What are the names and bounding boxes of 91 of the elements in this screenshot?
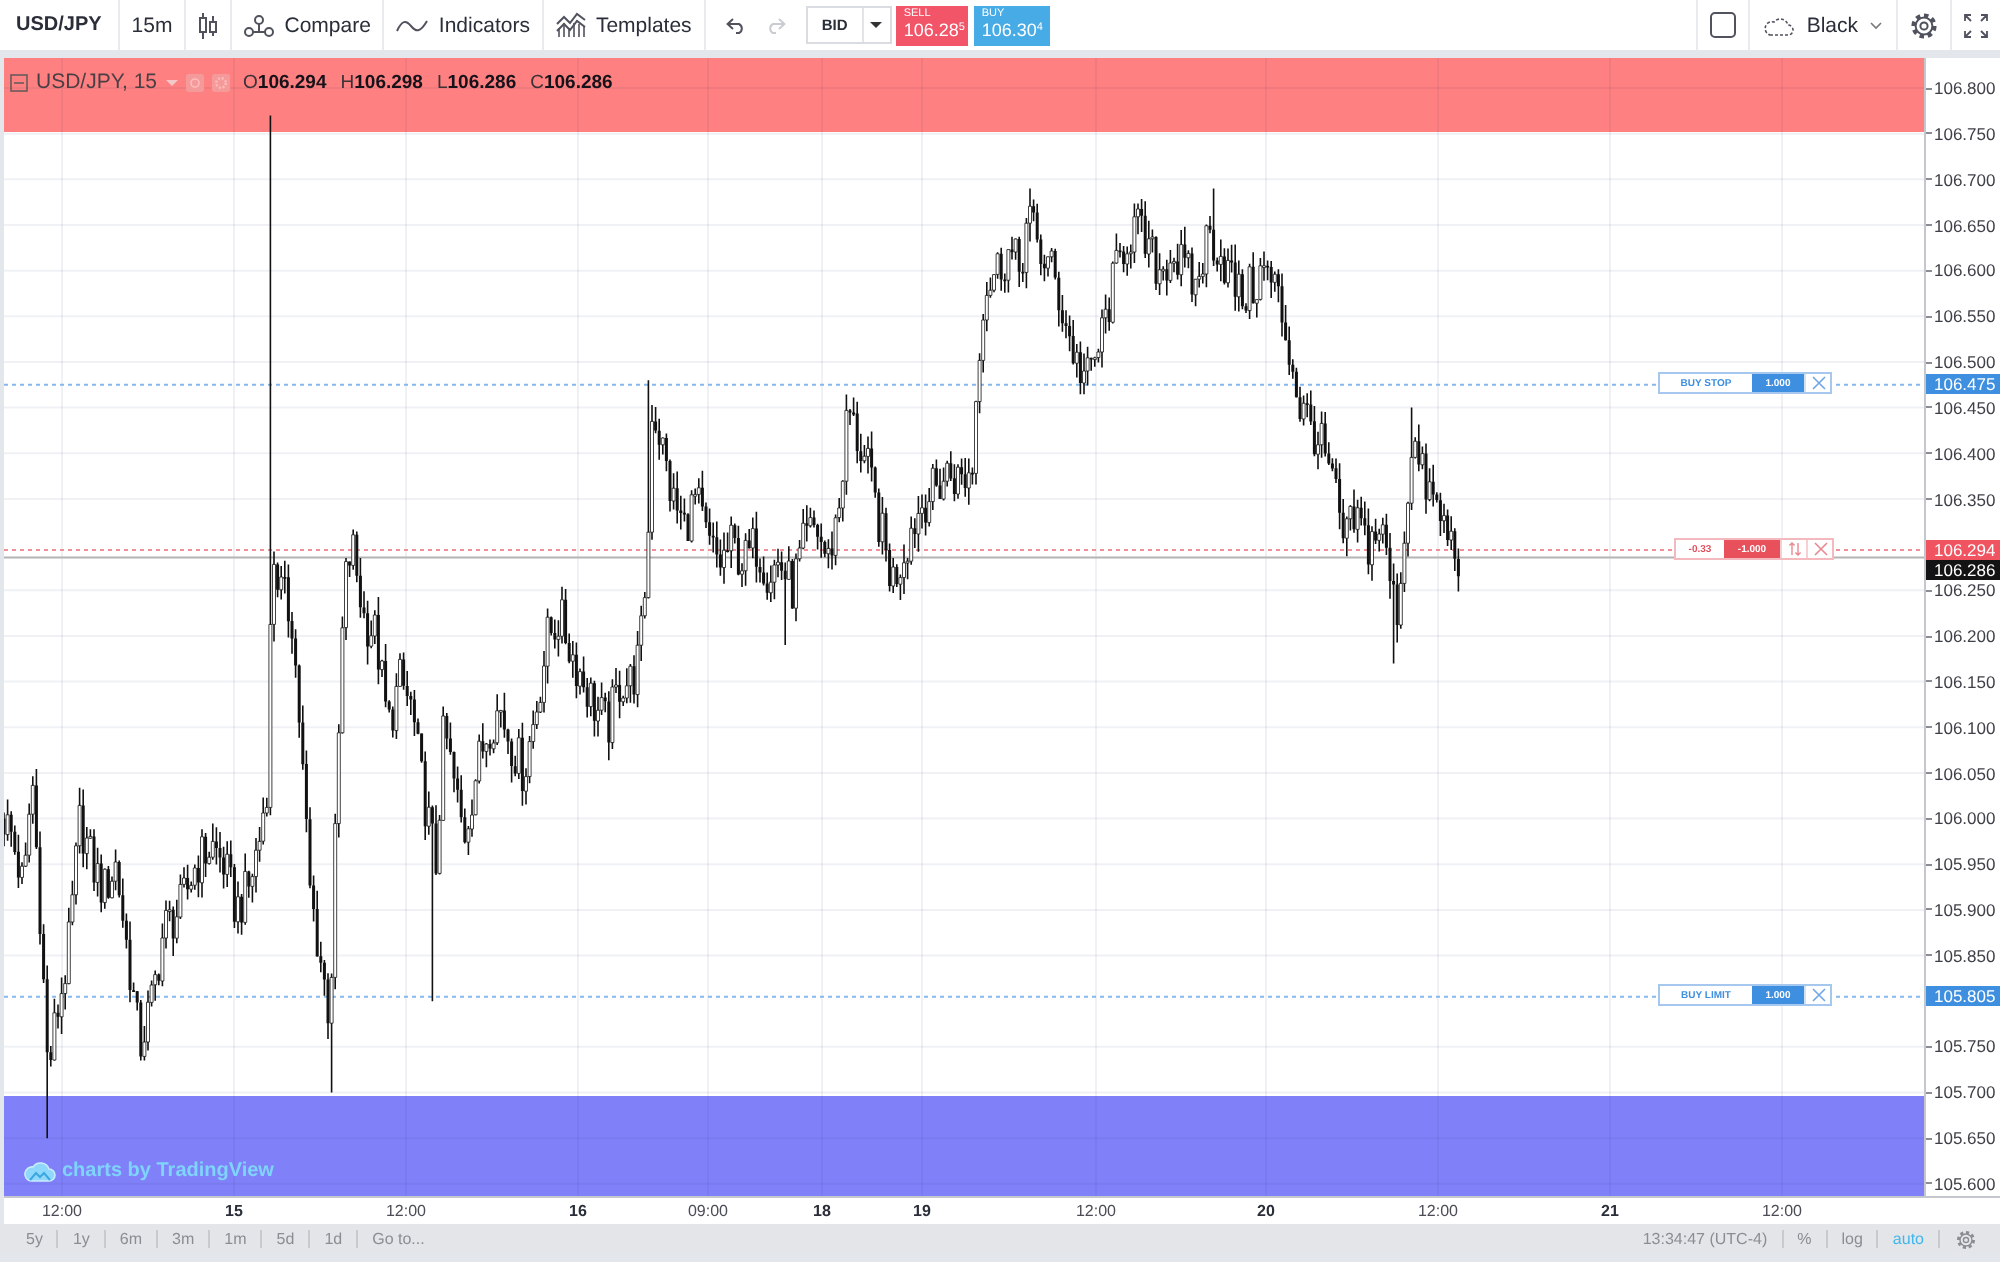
price-label: 106.350 [1926, 489, 2000, 509]
price-label: 106.800 [1926, 78, 2000, 98]
price-label: 106.450 [1926, 397, 2000, 418]
range-button[interactable]: 5y [12, 1224, 57, 1254]
redo-icon [765, 17, 786, 33]
price-label: 106.200 [1926, 626, 2000, 646]
close-icon [1811, 376, 1825, 391]
clock-text: 13:34:47 (UTC-4) [1642, 1230, 1770, 1248]
connected-dots-icon [244, 13, 275, 37]
price-marker: 106.294 [1926, 540, 2000, 560]
time-label: 18 [813, 1202, 831, 1220]
goto-button[interactable]: Go to... [358, 1224, 439, 1254]
price-label: 106.650 [1926, 215, 2000, 235]
close-icon [1813, 542, 1827, 556]
caret-icon [165, 79, 178, 85]
price-label: 105.600 [1926, 1173, 2000, 1194]
close-order-button[interactable] [1804, 374, 1830, 393]
time-label: 12:00 [385, 1202, 427, 1220]
candles-icon [198, 11, 219, 39]
ohlc-label: H [340, 71, 355, 93]
price-label: 105.700 [1926, 1082, 2000, 1103]
scale-option-button[interactable]: % [1783, 1224, 1826, 1254]
caret-icon [870, 22, 883, 28]
time-label: 12:00 [1075, 1202, 1117, 1220]
price-marker: 106.475 [1926, 374, 2000, 395]
settings-icon [1956, 1229, 1976, 1249]
time-label: 19 [913, 1202, 931, 1220]
indicators-button[interactable]: Indicators [384, 0, 542, 50]
price-label: 105.650 [1926, 1128, 2000, 1149]
range-button[interactable]: 1d [310, 1224, 357, 1254]
time-label: 12:00 [1761, 1202, 1803, 1220]
price-label: 106.500 [1926, 352, 2000, 372]
fullscreen-icon [1964, 13, 1988, 37]
ohlc-label: O [243, 71, 258, 93]
price-label: 105.900 [1926, 899, 2000, 920]
range-button[interactable]: 6m [105, 1224, 157, 1254]
cloud-logo-icon [24, 1160, 56, 1182]
ohlc-value: 106.298 [354, 71, 423, 93]
compare-button[interactable]: Compare [232, 0, 383, 50]
chart-icon [555, 12, 586, 38]
legend-title[interactable]: USD/JPY, 15 [36, 70, 158, 94]
time-label: 12:00 [1417, 1202, 1459, 1220]
collapse-icon [10, 73, 28, 91]
price-label: 106.550 [1926, 306, 2000, 327]
price-label: 106.600 [1926, 260, 2000, 281]
price-label: 105.750 [1926, 1036, 2000, 1057]
price-marker: 105.805 [1926, 986, 2000, 1007]
undo-icon [725, 17, 746, 33]
price-label: 106.400 [1926, 443, 2000, 464]
ohlc-value: 106.286 [447, 71, 517, 93]
scale-option-button[interactable]: log [1827, 1224, 1877, 1254]
ohlc-value: 106.286 [543, 71, 613, 93]
price-label: 105.850 [1926, 945, 2000, 966]
time-label: 15 [225, 1202, 243, 1220]
ohlc-value: 106.294 [257, 71, 327, 93]
price-label: 106.750 [1926, 123, 2000, 144]
price-label: 106.100 [1926, 717, 2000, 738]
price-label: 106.150 [1926, 671, 2000, 692]
templates-button[interactable]: Templates [543, 0, 704, 50]
price-label: 105.950 [1926, 854, 2000, 875]
ohlc-label: C [530, 71, 544, 93]
square-icon [1710, 12, 1737, 38]
close-order-button[interactable] [1804, 986, 1830, 1005]
reverse-button[interactable] [1780, 540, 1806, 558]
time-label: 16 [569, 1202, 587, 1220]
ohlc-label: L [436, 71, 448, 93]
price-label: 106.250 [1926, 580, 2000, 601]
settings-icon [1910, 11, 1938, 39]
time-label: 09:00 [687, 1202, 729, 1220]
range-button[interactable]: 1m [210, 1224, 261, 1254]
time-label: 21 [1601, 1202, 1619, 1220]
swap-arrows-icon [1787, 542, 1801, 556]
close-order-button[interactable] [1806, 540, 1832, 558]
price-marker: 106.286 [1926, 560, 2000, 580]
theme-dropdown[interactable]: Black [1750, 0, 1896, 50]
range-button[interactable]: 1y [58, 1224, 104, 1254]
range-button[interactable]: 3m [158, 1224, 209, 1254]
scale-option-button[interactable]: auto [1878, 1224, 1938, 1254]
symbol-button[interactable]: USD/JPY [0, 0, 118, 50]
price-label: 106.700 [1926, 169, 2000, 190]
cloud-icon [1764, 15, 1795, 35]
interval-button[interactable]: 15m [119, 0, 185, 50]
chevron-icon [1870, 21, 1882, 29]
price-label: 106.000 [1926, 808, 2000, 829]
time-label: 12:00 [41, 1202, 83, 1220]
time-label: 20 [1257, 1202, 1275, 1220]
range-button[interactable]: 5d [262, 1224, 309, 1254]
price-label: 106.050 [1926, 763, 2000, 783]
attribution-link[interactable]: charts by TradingView [24, 1160, 274, 1182]
wave-icon [396, 17, 429, 33]
close-icon [1811, 988, 1825, 1003]
